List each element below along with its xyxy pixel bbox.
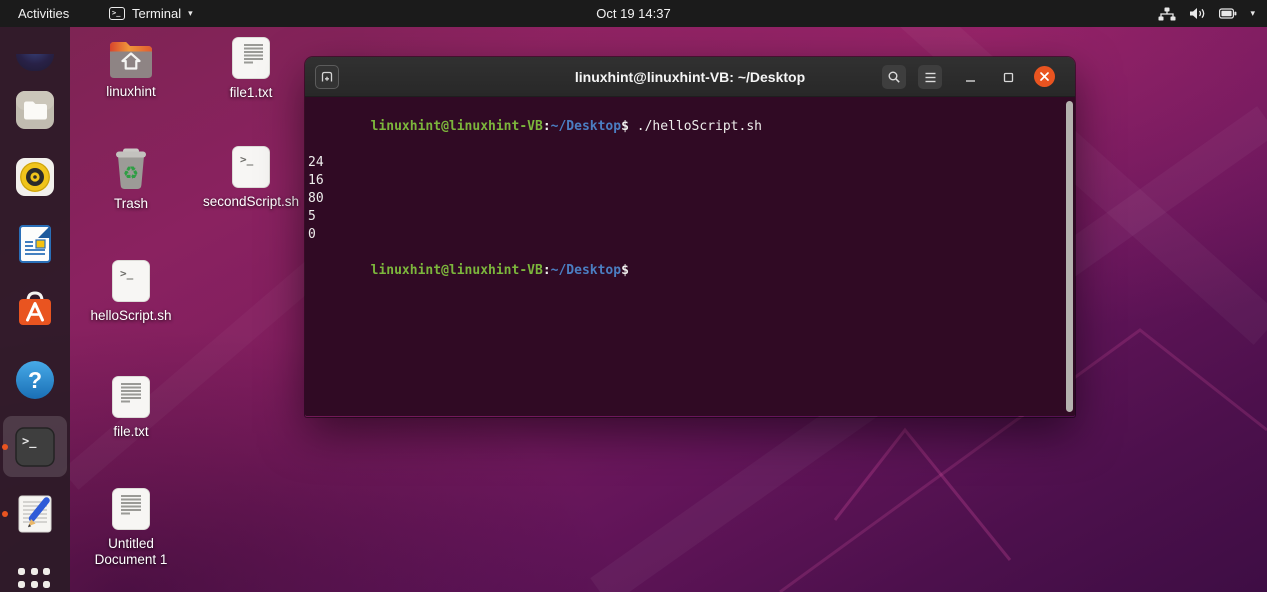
svg-text:>_: >_ xyxy=(120,267,134,280)
prompt-user-host: linuxhint@linuxhint-VB xyxy=(370,263,543,278)
desktop-icon-linuxhint[interactable]: linuxhint xyxy=(76,37,186,100)
script-file-icon: >_ xyxy=(112,260,150,302)
icon-label: helloScript.sh xyxy=(90,308,172,323)
dock: ? >_ xyxy=(0,27,70,592)
prompt-colon: : xyxy=(542,119,551,134)
show-applications-button[interactable] xyxy=(18,568,52,592)
terminal-output-line: 5 xyxy=(308,209,316,224)
system-status-area[interactable]: ▾ xyxy=(1158,0,1255,27)
desktop-icon-untitled-document[interactable]: Untitled Document 1 xyxy=(76,487,186,568)
system-menu-caret-icon: ▾ xyxy=(1250,8,1255,18)
desktop-icon-helloscript[interactable]: >_ helloScript.sh xyxy=(76,259,186,324)
maximize-button[interactable] xyxy=(996,65,1020,89)
hamburger-menu-icon xyxy=(925,72,935,82)
svg-text:?: ? xyxy=(28,367,42,393)
prompt-path: ~/Desktop xyxy=(550,119,622,134)
icon-label: Trash xyxy=(113,196,148,211)
terminal-icon: >_ xyxy=(15,427,55,467)
new-tab-icon xyxy=(321,71,333,82)
terminal-prompt-line: linuxhint@linuxhint-VB:~/Desktop$ xyxy=(308,244,1061,298)
chevron-down-icon: ▾ xyxy=(188,8,193,18)
dock-item-terminal[interactable]: >_ xyxy=(13,425,57,469)
dock-item-help[interactable]: ? xyxy=(13,358,57,402)
icon-label: file1.txt xyxy=(229,85,273,100)
terminal-scrollbar[interactable] xyxy=(1066,101,1073,412)
app-menu-label: Terminal xyxy=(132,6,182,21)
icon-label: file.txt xyxy=(113,424,149,439)
trash-icon: ♻ xyxy=(116,148,146,189)
rhythmbox-icon xyxy=(16,158,54,196)
search-button[interactable] xyxy=(882,65,906,89)
minimize-button[interactable] xyxy=(958,65,982,89)
menu-button[interactable] xyxy=(918,65,942,89)
desktop-icon-trash[interactable]: ♻ Trash xyxy=(76,145,186,212)
prompt-colon: : xyxy=(542,263,551,278)
help-icon: ? xyxy=(16,361,54,399)
text-file-icon xyxy=(112,376,150,418)
volume-icon xyxy=(1190,8,1205,19)
desktop-icon-file1[interactable]: file1.txt xyxy=(196,36,306,101)
prompt-path: ~/Desktop xyxy=(550,263,622,278)
activities-button[interactable]: Activities xyxy=(14,0,73,27)
search-icon xyxy=(888,71,900,83)
script-file-icon: >_ xyxy=(232,146,270,188)
icon-label: Untitled Document 1 xyxy=(94,536,168,568)
svg-text:>_: >_ xyxy=(22,434,37,449)
text-editor-icon xyxy=(18,495,52,533)
terminal-prompt-line: linuxhint@linuxhint-VB:~/Desktop$ ./hell… xyxy=(308,100,1061,154)
prompt-dollar: $ xyxy=(621,119,629,134)
home-folder-icon xyxy=(110,42,152,78)
network-icon xyxy=(1158,7,1176,20)
svg-text:>_: >_ xyxy=(240,153,254,166)
dock-item-text-editor[interactable] xyxy=(13,492,57,536)
app-menu-terminal[interactable]: >_ Terminal ▾ xyxy=(105,0,197,27)
terminal-output-line: 16 xyxy=(308,173,324,188)
terminal-output-line: 0 xyxy=(308,227,316,242)
partial-app-icon[interactable] xyxy=(16,54,54,71)
terminal-mini-icon: >_ xyxy=(109,7,125,20)
clock-label[interactable]: Oct 19 14:37 xyxy=(596,6,670,21)
icon-label: linuxhint xyxy=(106,84,156,99)
icon-label: secondScript.sh xyxy=(202,194,300,209)
top-bar: Activities >_ Terminal ▾ Oct 19 14:37 ▾ xyxy=(0,0,1267,27)
minimize-icon xyxy=(965,79,975,82)
terminal-running-dot xyxy=(2,444,8,450)
dock-item-files[interactable] xyxy=(13,88,57,132)
new-tab-button[interactable] xyxy=(315,65,339,89)
terminal-output-line: 80 xyxy=(308,191,324,206)
desktop-icon-secondscript[interactable]: >_ secondScript.sh xyxy=(196,145,306,210)
svg-text:♻: ♻ xyxy=(123,163,139,184)
ubuntu-software-icon xyxy=(19,291,51,325)
libreoffice-writer-icon xyxy=(19,225,51,263)
ubuntu-desktop: Activities >_ Terminal ▾ Oct 19 14:37 ▾ … xyxy=(0,0,1267,592)
text-file-icon xyxy=(232,37,270,79)
dock-item-rhythmbox[interactable] xyxy=(13,155,57,199)
dock-item-ubuntu-software[interactable] xyxy=(13,287,57,331)
typed-command: ./helloScript.sh xyxy=(628,119,762,134)
close-icon xyxy=(1040,72,1049,81)
prompt-user-host: linuxhint@linuxhint-VB xyxy=(370,119,543,134)
terminal-window: linuxhint@linuxhint-VB: ~/Desktop linuxh… xyxy=(305,57,1075,417)
maximize-icon xyxy=(1003,72,1013,82)
close-button[interactable] xyxy=(1034,66,1055,87)
dock-item-libreoffice-writer[interactable] xyxy=(13,222,57,266)
files-icon xyxy=(16,91,54,129)
terminal-output-line: 24 xyxy=(308,155,324,170)
text-editor-running-dot xyxy=(2,511,8,517)
battery-icon xyxy=(1219,8,1237,19)
terminal-content[interactable]: linuxhint@linuxhint-VB:~/Desktop$ ./hell… xyxy=(305,97,1075,416)
text-file-icon xyxy=(112,488,150,530)
desktop-icon-filetxt[interactable]: file.txt xyxy=(76,375,186,440)
terminal-titlebar[interactable]: linuxhint@linuxhint-VB: ~/Desktop xyxy=(305,57,1075,97)
prompt-dollar: $ xyxy=(621,263,629,278)
